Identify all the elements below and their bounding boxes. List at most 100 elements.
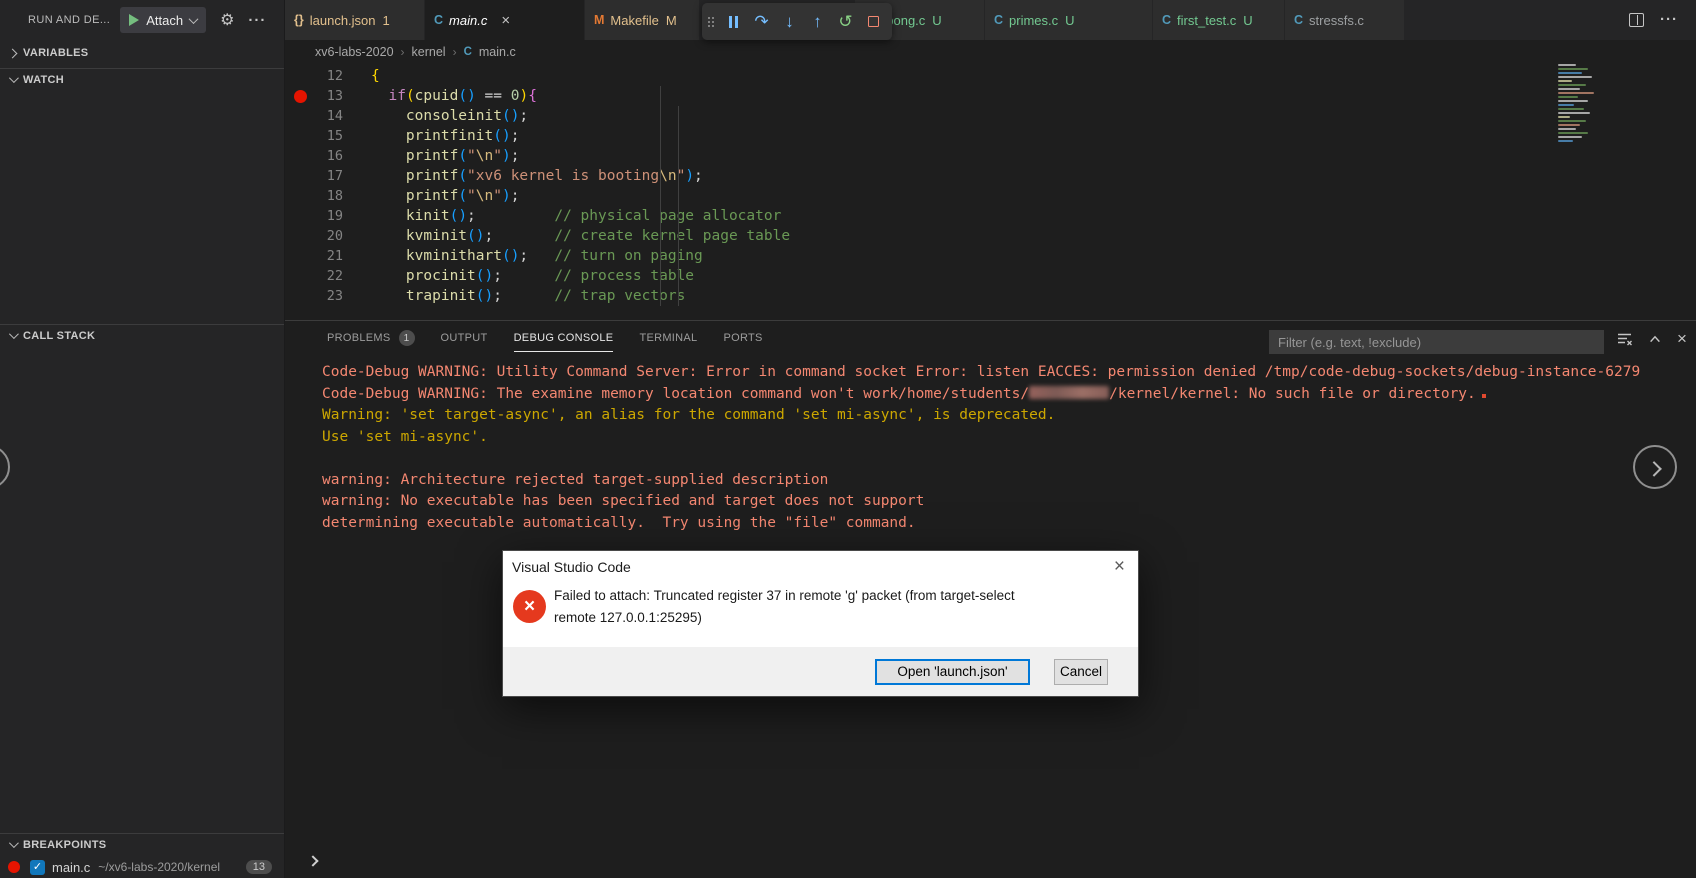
console-line: Warning: 'set target-async', an alias fo… — [322, 407, 1056, 423]
close-panel-icon[interactable]: × — [1677, 330, 1687, 347]
step-out-icon[interactable]: ↑ — [805, 9, 830, 34]
tab-label: stressfs.c — [1309, 12, 1364, 28]
glyph-margin[interactable] — [285, 226, 309, 246]
open-launch-json-button[interactable]: Open 'launch.json' — [874, 658, 1030, 685]
breakpoint-list-item[interactable]: ✓ main.c ~/xv6-labs-2020/kernel 13 — [0, 856, 284, 878]
panel-tab-terminal[interactable]: TERMINAL — [639, 330, 697, 352]
panel-actions: × — [1617, 330, 1687, 347]
chevron-right-icon — [307, 855, 319, 867]
attach-run-button[interactable]: Attach — [120, 7, 207, 33]
code-editor[interactable]: 12{13 if(cpuid() == 0){14 consoleinit();… — [285, 66, 1696, 320]
breakpoint-dot-icon[interactable] — [294, 89, 307, 103]
glyph-margin[interactable] — [285, 286, 309, 306]
gear-icon[interactable]: ⚙ — [220, 10, 234, 30]
panel-tabs: PROBLEMS 1 OUTPUT DEBUG CONSOLE TERMINAL PORT… — [327, 330, 763, 352]
more-actions-icon[interactable]: ··· — [248, 12, 266, 29]
glyph-margin[interactable] — [285, 146, 309, 166]
maximize-panel-icon[interactable] — [1648, 332, 1662, 346]
tab-git-badge: U — [1243, 12, 1253, 28]
breadcrumb-file[interactable]: main.c — [479, 45, 516, 59]
code-line-23: 23 trapinit(); // trap vectors — [285, 286, 1696, 306]
step-over-icon[interactable]: ↷ — [749, 9, 774, 34]
code-line-18: 18 printf("\n"); — [285, 186, 1696, 206]
minimap-line — [1558, 128, 1576, 130]
editor-tab-bar: {}launch.json1Cmain.c×MMakefileMCgpong.c… — [285, 0, 1696, 40]
panel-tab-output[interactable]: OUTPUT — [441, 330, 488, 352]
braces-icon: {} — [294, 13, 304, 27]
sidebar-section-breakpoints[interactable]: BREAKPOINTS — [0, 833, 284, 855]
section-label: WATCH — [23, 73, 65, 86]
sidebar-section-variables[interactable]: VARIABLES — [0, 42, 284, 64]
breakpoint-dot-icon — [8, 861, 20, 873]
panel-tab-debug-console[interactable]: DEBUG CONSOLE — [513, 330, 614, 352]
editor-tab-launch-json[interactable]: {} launch.json 1 — [285, 0, 425, 40]
c-file-icon: C — [434, 13, 444, 27]
glyph-margin[interactable] — [285, 86, 309, 106]
minimap-line — [1558, 136, 1582, 138]
close-icon[interactable]: × — [501, 13, 510, 28]
editor-more-actions-icon[interactable]: ··· — [1660, 11, 1678, 28]
dialog-title: Visual Studio Code — [512, 559, 631, 575]
line-number: 14 — [326, 108, 343, 124]
sidebar-section-call-stack[interactable]: CALL STACK — [0, 324, 284, 346]
console-line: determining executable automatically. Tr… — [322, 514, 916, 531]
dialog-close-icon[interactable]: × — [1114, 556, 1125, 578]
debug-console-input-prompt[interactable] — [307, 852, 319, 870]
breadcrumb: xv6-labs-2020 › kernel › C main.c — [285, 40, 1696, 64]
tabbar-actions: ··· — [1629, 11, 1678, 28]
tab-git-badge: U — [1065, 12, 1075, 28]
line-number: 21 — [326, 248, 343, 264]
editor-tab-primes-c[interactable]: Cprimes.c U — [985, 0, 1153, 40]
c-file-icon: C — [463, 46, 472, 58]
carousel-next-button[interactable] — [1633, 445, 1677, 489]
stop-icon[interactable] — [861, 9, 886, 34]
sidebar-title: RUN AND DE... — [28, 14, 111, 26]
glyph-margin[interactable] — [285, 186, 309, 206]
code-line-15: 15 printfinit(); — [285, 126, 1696, 146]
editor-tab-Makefile[interactable]: M Makefile M — [585, 0, 700, 40]
cancel-button[interactable]: Cancel — [1053, 658, 1108, 685]
glyph-margin[interactable] — [285, 166, 309, 186]
error-dialog: Visual Studio Code × × Failed to attach:… — [502, 550, 1139, 697]
editor-tab-first_test-c[interactable]: Cfirst_test.c U — [1153, 0, 1285, 40]
glyph-margin[interactable] — [285, 246, 309, 266]
code-text: kvminithart(); // turn on paging — [405, 248, 703, 264]
makefile-icon: M — [594, 13, 605, 27]
code-line-16: 16 printf("\n"); — [285, 146, 1696, 166]
code-text: printfinit(); — [405, 128, 520, 144]
sidebar-toolbar: RUN AND DE... Attach ⚙ ··· — [0, 0, 284, 40]
glyph-margin[interactable] — [285, 266, 309, 286]
glyph-margin[interactable] — [285, 126, 309, 146]
restart-icon[interactable]: ↺ — [833, 9, 858, 34]
code-text: procinit(); // process table — [405, 268, 695, 284]
code-line-22: 22 procinit(); // process table — [285, 266, 1696, 286]
panel-tab-ports[interactable]: PORTS — [723, 330, 762, 352]
editor-tab-main-c[interactable]: Cmain.c × — [425, 0, 585, 40]
breakpoint-checkbox[interactable]: ✓ — [30, 859, 45, 875]
pause-icon[interactable] — [721, 9, 746, 34]
panel-tab-problems[interactable]: PROBLEMS 1 — [327, 330, 415, 352]
editor-tab-stressfs-c[interactable]: Cstressfs.c — [1285, 0, 1405, 40]
code-text: consoleinit(); — [405, 108, 529, 124]
minimap[interactable] — [1558, 64, 1606, 156]
dialog-message: Failed to attach: Truncated register 37 … — [554, 585, 1114, 629]
code-line-13: 13 if(cpuid() == 0){ — [285, 86, 1696, 106]
glyph-margin[interactable] — [285, 106, 309, 126]
drag-grip-icon[interactable] — [708, 16, 710, 19]
breadcrumb-folder[interactable]: kernel — [412, 45, 446, 59]
glyph-margin[interactable] — [285, 66, 309, 86]
breadcrumb-folder[interactable]: xv6-labs-2020 — [315, 45, 394, 59]
minimap-line — [1558, 80, 1572, 82]
sidebar-section-watch[interactable]: WATCH — [0, 68, 284, 90]
debug-toolbar: ↷ ↓ ↑ ↺ — [702, 3, 892, 40]
code-text: printf("\n"); — [405, 188, 520, 204]
code-text: kinit(); // physical page allocator — [405, 208, 782, 224]
step-into-icon[interactable]: ↓ — [777, 9, 802, 34]
console-filter-input[interactable] — [1269, 330, 1604, 354]
line-number: 20 — [326, 228, 343, 244]
glyph-margin[interactable] — [285, 206, 309, 226]
tab-git-badge: M — [665, 12, 677, 28]
split-editor-icon[interactable] — [1629, 12, 1644, 27]
clear-console-icon[interactable] — [1617, 331, 1633, 347]
